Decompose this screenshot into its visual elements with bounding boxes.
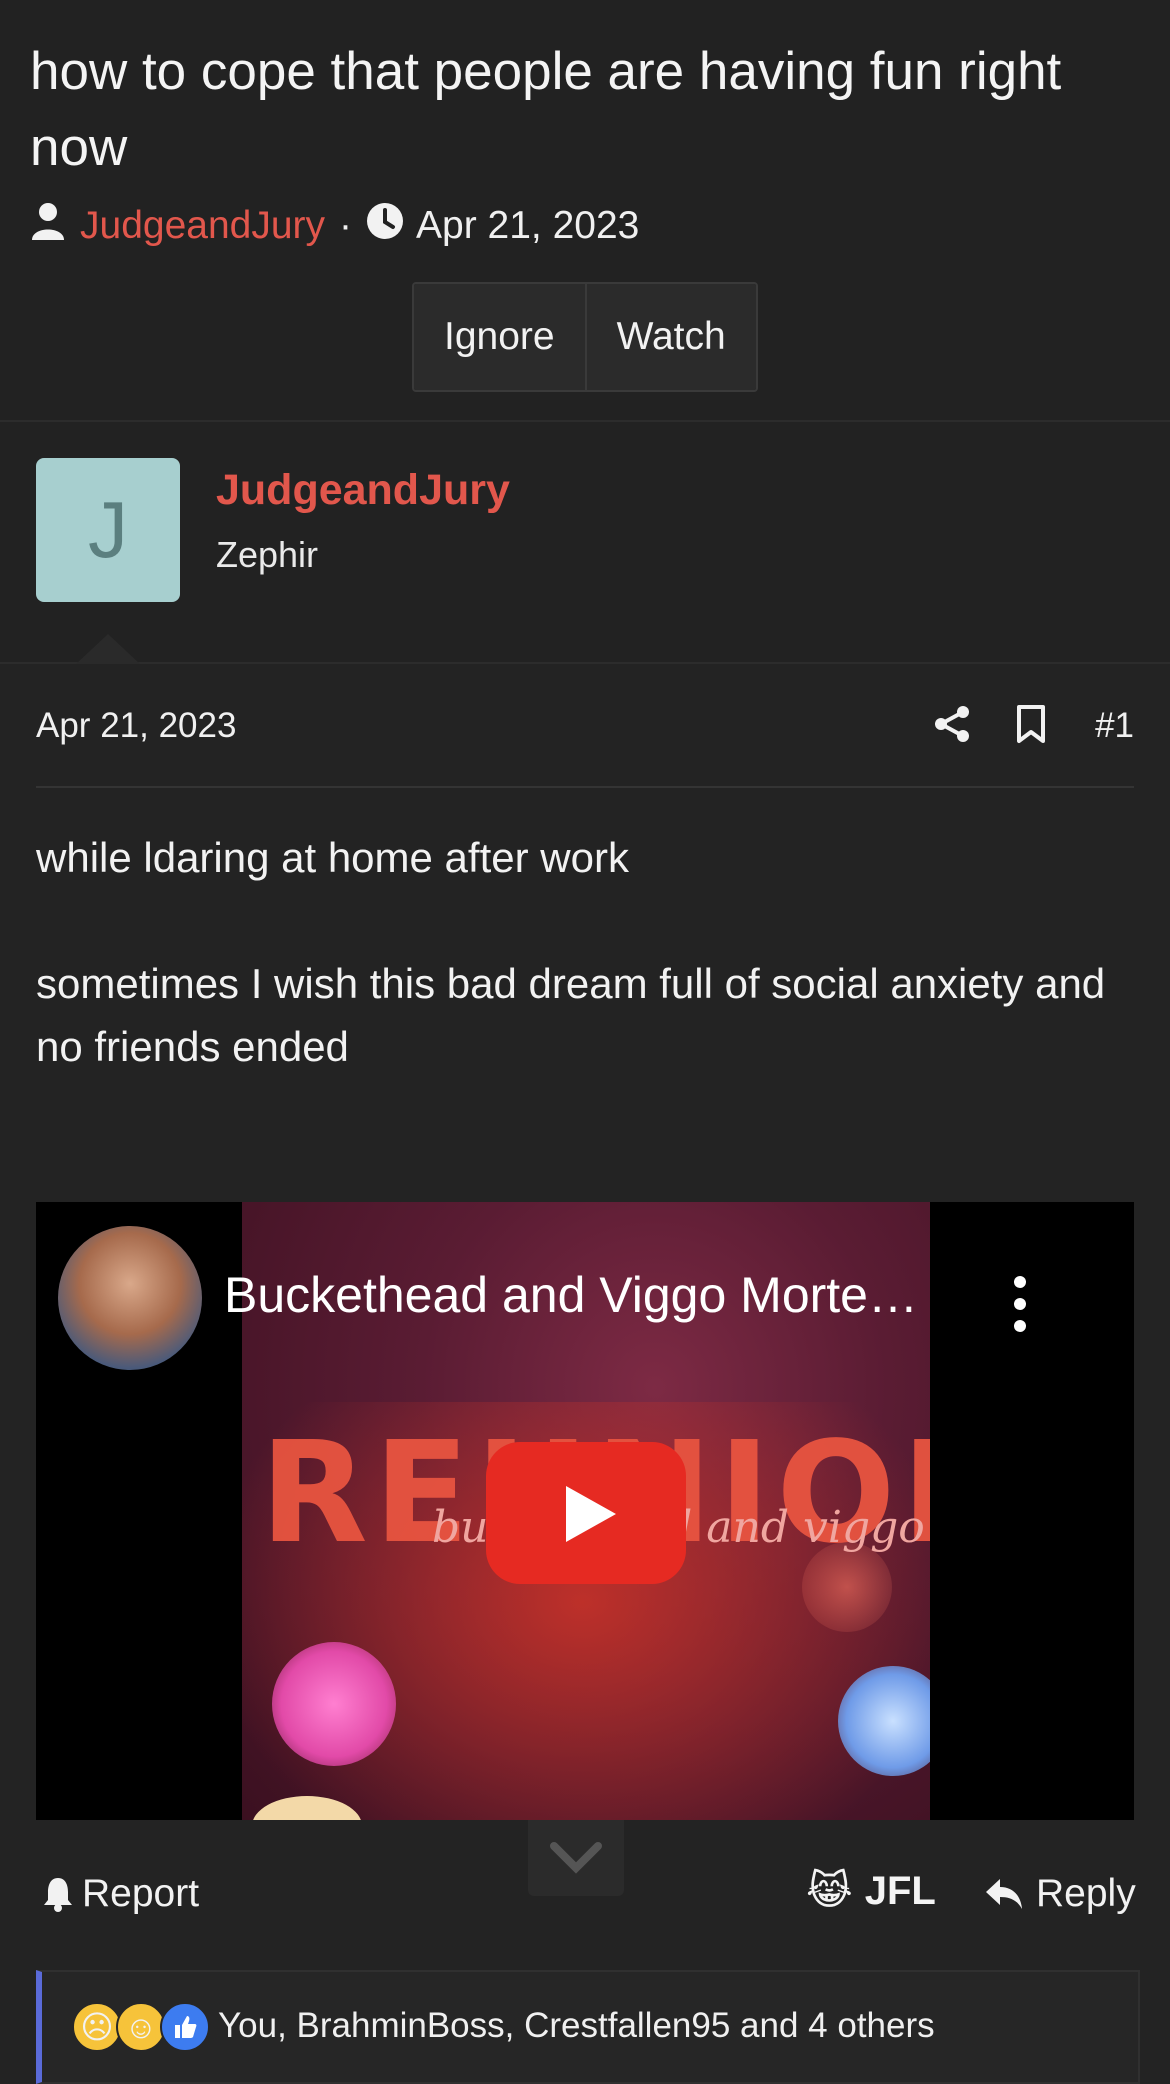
- laughing-emoji-icon: 😹: [806, 1869, 853, 1913]
- thumbs-up-icon: [160, 2002, 210, 2052]
- post-number-link[interactable]: #1: [1095, 706, 1134, 746]
- post-paragraph: sometimes I wish this bad dream full of …: [36, 960, 1106, 1070]
- reply-icon: [986, 1879, 1022, 1909]
- post-meta: Apr 21, 2023 #1: [36, 700, 1134, 788]
- ignore-button[interactable]: Ignore: [414, 284, 585, 390]
- post-paragraph: while ldaring at home after work: [36, 834, 629, 881]
- thread-actions: Ignore Watch: [412, 282, 758, 392]
- channel-avatar[interactable]: [58, 1226, 202, 1370]
- post-date-link[interactable]: Apr 21, 2023: [36, 706, 236, 746]
- report-label: Report: [82, 1872, 200, 1915]
- thread-author-link[interactable]: JudgeandJury: [80, 204, 325, 248]
- jfl-reaction-button[interactable]: 😹 JFL: [806, 1868, 936, 1914]
- user-block-pointer: [76, 634, 140, 664]
- bell-icon: [44, 1878, 72, 1912]
- user-icon: [30, 202, 66, 250]
- clock-icon: [366, 202, 404, 250]
- chevron-down-icon: [550, 1842, 602, 1874]
- reactions-summary[interactable]: You, BrahminBoss, Crestfallen95 and 4 ot…: [218, 2006, 935, 2046]
- reaction-icons: ☹ ☺: [72, 2002, 210, 2052]
- video-title[interactable]: Buckethead and Viggo Morte…: [224, 1266, 918, 1324]
- youtube-embed[interactable]: REUNION buckethead and viggo Buckethead …: [36, 1202, 1134, 1820]
- avatar[interactable]: J: [36, 458, 180, 602]
- share-icon[interactable]: [932, 704, 972, 749]
- meta-separator: ·: [339, 204, 353, 247]
- thread-header: how to cope that people are having fun r…: [0, 0, 1170, 422]
- thread-date-link[interactable]: Apr 21, 2023: [416, 204, 639, 248]
- bookmark-icon[interactable]: [1014, 704, 1048, 749]
- sad-emoji-icon: ☹: [72, 2002, 122, 2052]
- post-body: while ldaring at home after work sometim…: [36, 826, 1134, 1078]
- report-link[interactable]: Report: [42, 1872, 199, 1916]
- post-user-block: J JudgeandJury Zephir: [0, 422, 1170, 664]
- laughing-emoji-icon: ☺: [116, 2002, 166, 2052]
- post-username[interactable]: JudgeandJury: [216, 466, 510, 515]
- user-title: Zephir: [216, 534, 319, 575]
- watch-button[interactable]: Watch: [584, 284, 756, 390]
- thread-title: how to cope that people are having fun r…: [30, 42, 1062, 177]
- reply-button[interactable]: Reply: [984, 1872, 1136, 1916]
- thread-meta: JudgeandJury · Apr 21, 2023: [30, 198, 639, 254]
- reply-label: Reply: [1036, 1872, 1136, 1915]
- reactions-bar[interactable]: ☹ ☺ You, BrahminBoss, Crestfallen95 and …: [36, 1970, 1140, 2084]
- scroll-down-button[interactable]: [528, 1820, 624, 1896]
- play-button[interactable]: [486, 1442, 686, 1584]
- more-options-icon[interactable]: [1014, 1276, 1028, 1336]
- jfl-label: JFL: [864, 1868, 936, 1913]
